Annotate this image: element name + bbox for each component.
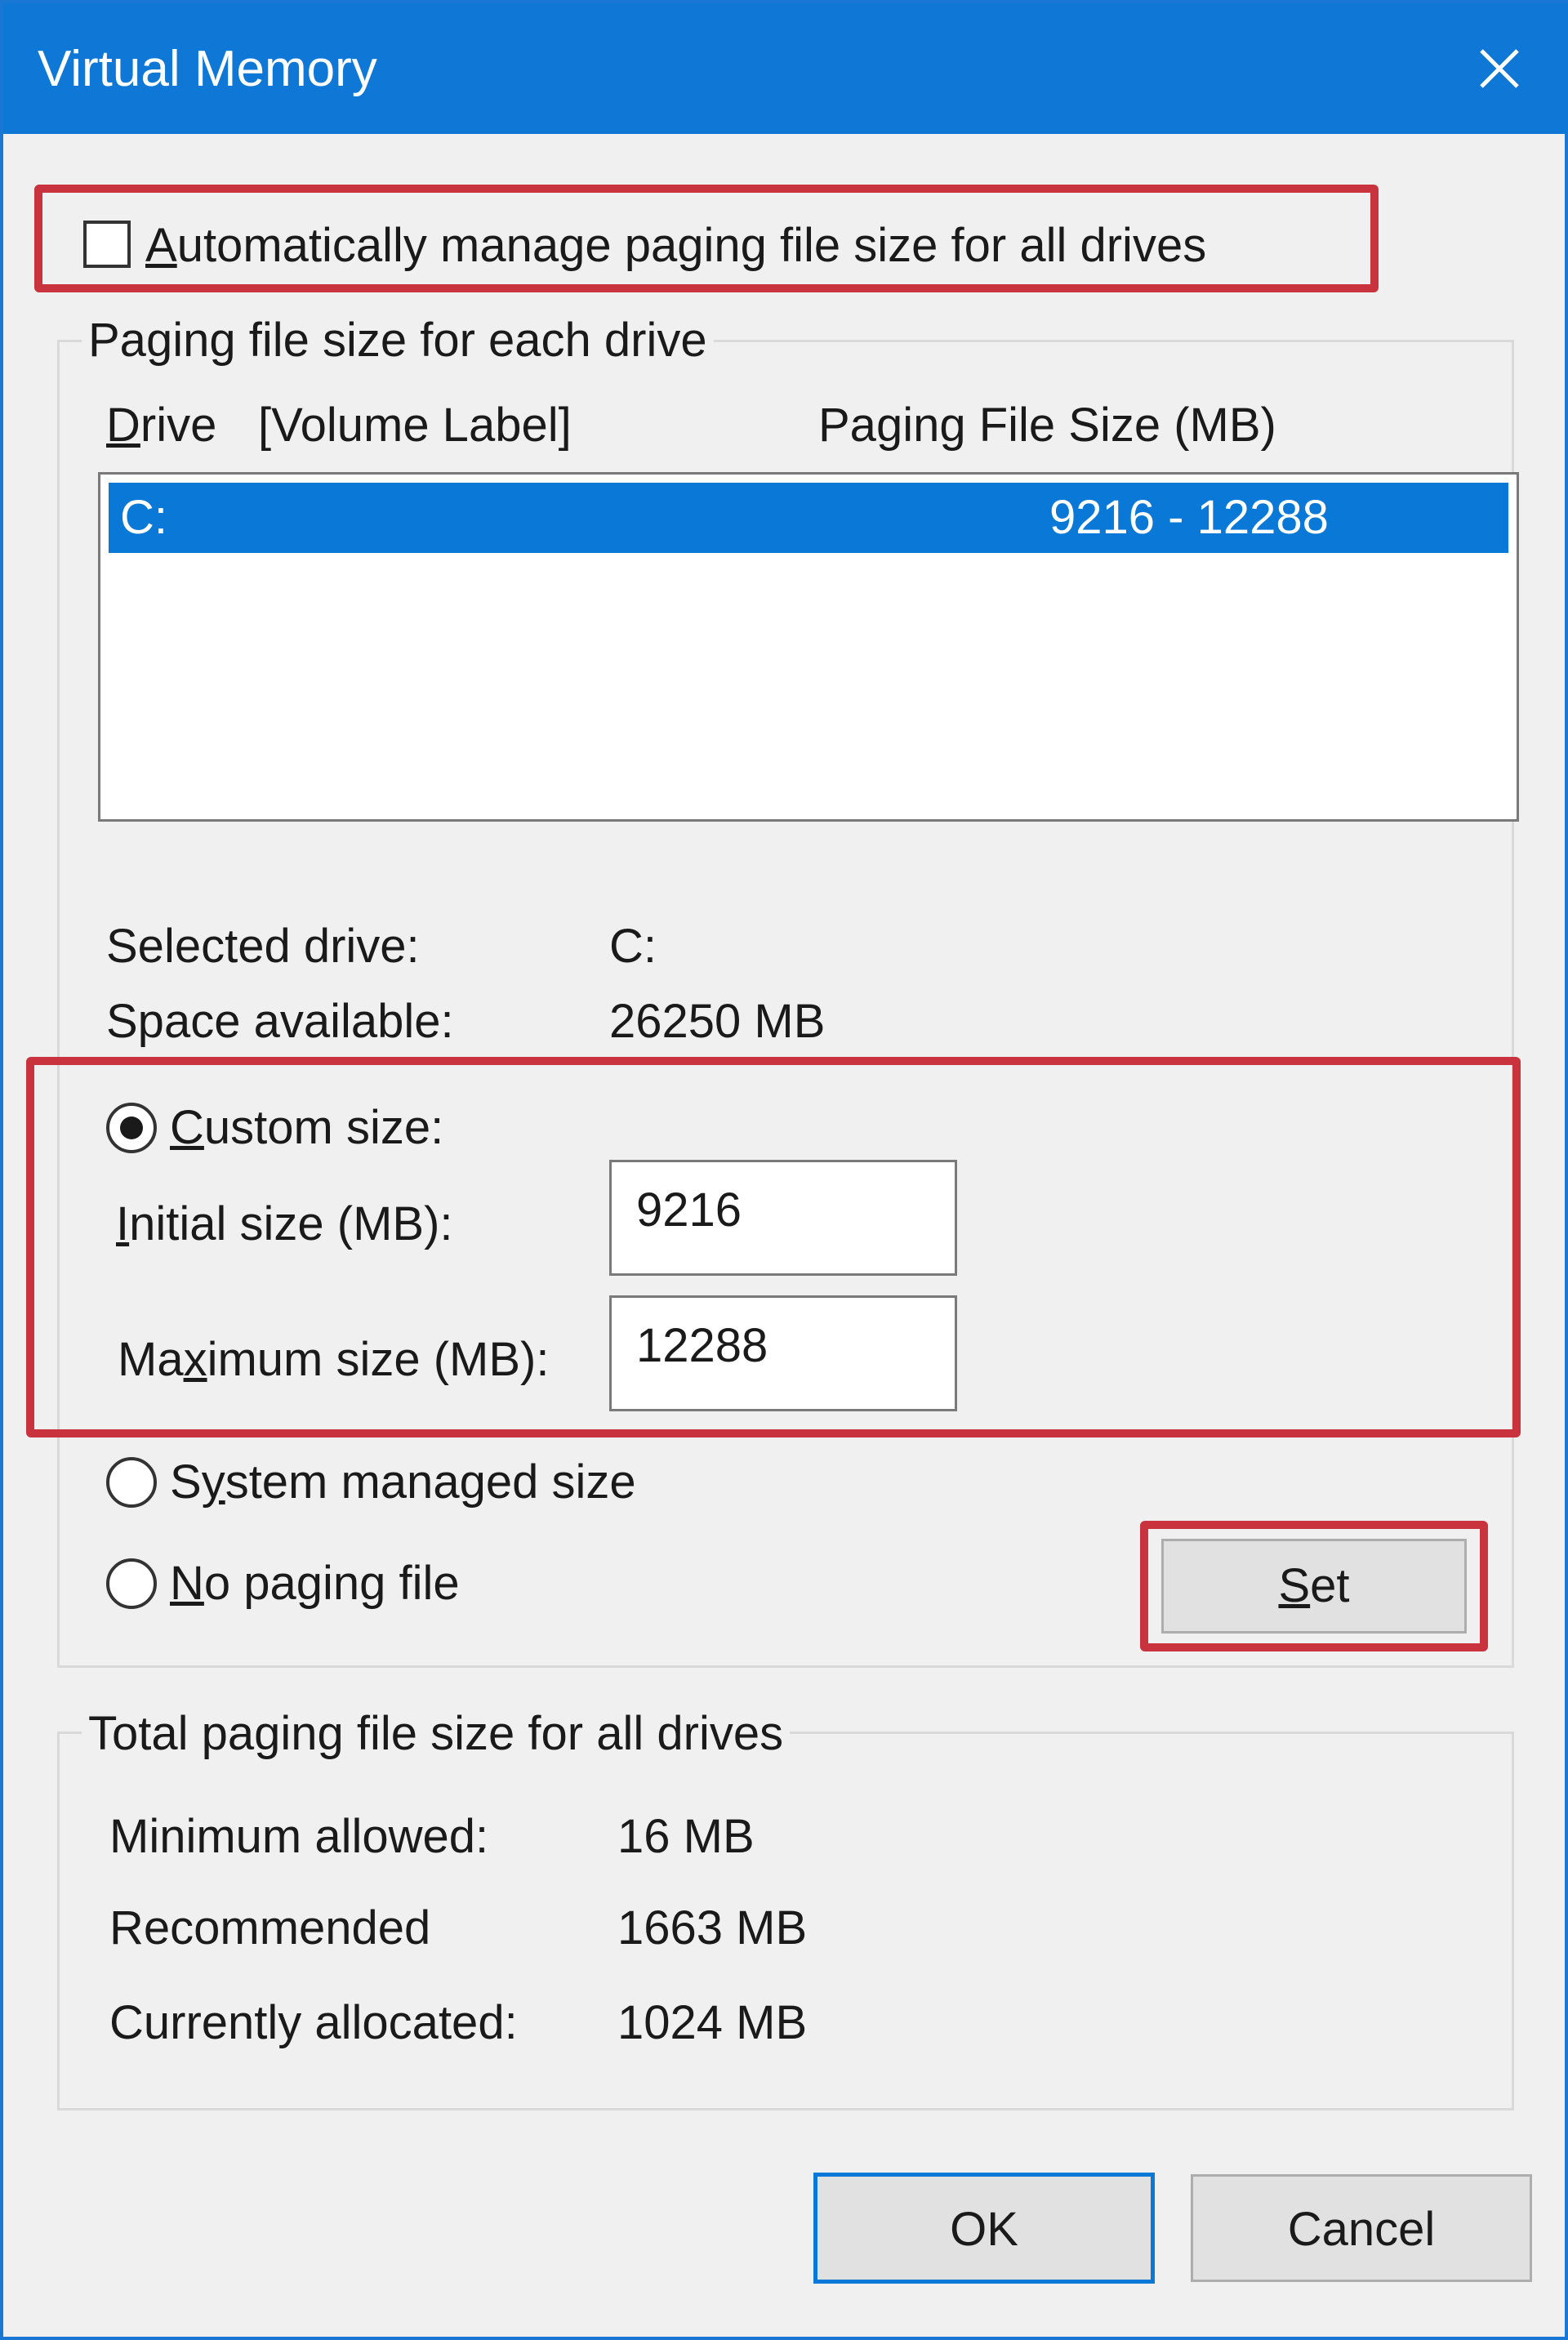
selected-drive-value: C: <box>609 920 657 973</box>
maximum-size-label: Maximum size (MB): <box>118 1333 549 1387</box>
initial-size-access-key: I <box>116 1197 130 1250</box>
set-access-key: S <box>1278 1559 1311 1612</box>
no-paging-file-radio[interactable] <box>106 1558 157 1609</box>
column-drive-access-key: D <box>106 399 140 452</box>
system-managed-access-key: y <box>201 1455 225 1509</box>
total-group-legend: Total paging file size for all drives <box>82 1707 791 1761</box>
currently-allocated-label: Currently allocated: <box>109 1996 518 2049</box>
initial-size-input[interactable]: 9216 <box>609 1160 957 1276</box>
auto-manage-checkbox[interactable] <box>83 221 131 268</box>
no-paging-text: o paging file <box>203 1557 460 1610</box>
recommended-label: Recommended <box>109 1901 431 1954</box>
initial-size-text: nitial size (MB): <box>129 1197 453 1250</box>
auto-manage-label-text: utomatically manage paging file size for… <box>176 219 1207 272</box>
maximum-size-text: imum size (MB): <box>207 1333 550 1386</box>
custom-size-radio[interactable] <box>106 1103 157 1153</box>
custom-size-label[interactable]: Custom size: <box>170 1101 443 1155</box>
no-paging-access-key: N <box>170 1557 204 1610</box>
column-header-size[interactable]: Paging File Size (MB) <box>818 399 1276 452</box>
paging-group-legend: Paging file size for each drive <box>82 314 714 368</box>
column-drive-text: rive <box>140 399 217 452</box>
currently-allocated-value: 1024 MB <box>617 1996 808 2049</box>
system-managed-radio[interactable] <box>106 1457 157 1508</box>
space-available-value: 26250 MB <box>609 995 826 1048</box>
system-managed-text: stem managed size <box>225 1455 636 1509</box>
virtual-memory-dialog: Virtual Memory Automatically manage pagi… <box>0 0 1568 2340</box>
drive-list-row[interactable]: C: 9216 - 12288 <box>109 483 1508 553</box>
system-managed-label[interactable]: System managed size <box>170 1455 636 1509</box>
column-header-volume[interactable]: [Volume Label] <box>258 399 572 452</box>
drive-list[interactable]: C: 9216 - 12288 <box>98 472 1519 822</box>
window-title: Virtual Memory <box>38 41 377 97</box>
cancel-button[interactable]: Cancel <box>1191 2174 1532 2282</box>
auto-manage-label[interactable]: Automatically manage paging file size fo… <box>145 219 1206 273</box>
ok-button[interactable]: OK <box>813 2173 1155 2284</box>
radio-selected-dot <box>120 1117 143 1139</box>
initial-size-label: Initial size (MB): <box>116 1197 453 1251</box>
custom-size-text: ustom size: <box>203 1101 444 1154</box>
maximum-size-text-pre: Ma <box>118 1333 184 1386</box>
recommended-value: 1663 MB <box>617 1901 808 1954</box>
set-text: et <box>1310 1559 1350 1612</box>
maximum-size-input[interactable]: 12288 <box>609 1295 957 1411</box>
system-managed-text-pre: S <box>170 1455 202 1509</box>
close-icon[interactable] <box>1465 34 1534 103</box>
minimum-allowed-value: 16 MB <box>617 1810 755 1863</box>
drive-paging-size: 9216 - 12288 <box>1049 491 1329 544</box>
set-button[interactable]: Set <box>1161 1539 1467 1634</box>
column-header-drive[interactable]: Drive <box>106 399 216 452</box>
selected-drive-label: Selected drive: <box>106 920 420 973</box>
drive-letter: C: <box>120 491 167 544</box>
title-bar: Virtual Memory <box>3 3 1568 134</box>
maximum-size-access-key: x <box>183 1333 207 1386</box>
custom-size-access-key: C <box>170 1101 204 1154</box>
auto-manage-label-access-key: A <box>145 219 177 272</box>
no-paging-file-label[interactable]: No paging file <box>170 1557 460 1611</box>
minimum-allowed-label: Minimum allowed: <box>109 1810 489 1863</box>
space-available-label: Space available: <box>106 995 454 1048</box>
